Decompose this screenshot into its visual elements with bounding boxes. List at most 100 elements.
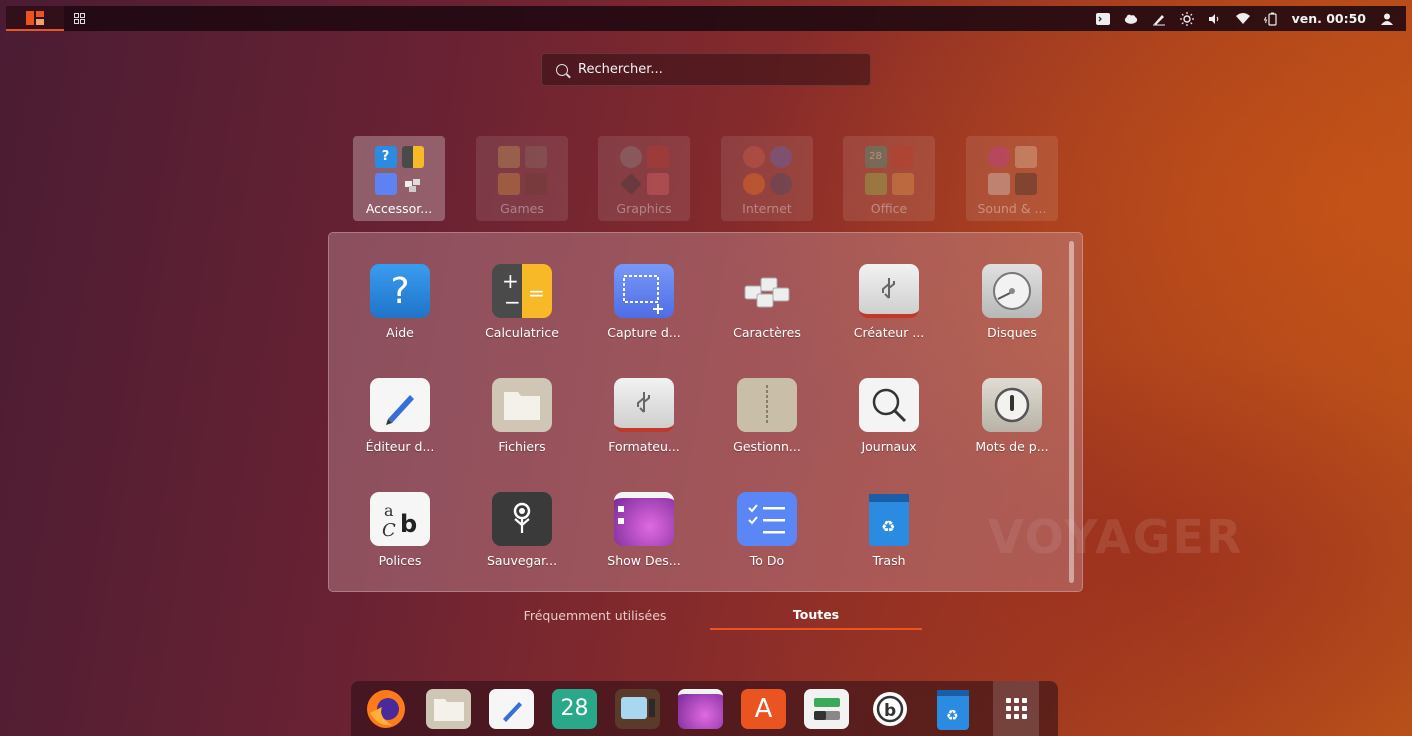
app-label: Gestionn... xyxy=(733,439,801,454)
app-label: Calculatrice xyxy=(485,325,559,340)
volume-icon[interactable] xyxy=(1208,12,1222,26)
app-mots-de-passe[interactable]: Mots de p... xyxy=(957,378,1067,454)
folder-label: Accessor... xyxy=(365,201,433,216)
app-label: Journaux xyxy=(861,439,917,454)
trash-icon: ♻ xyxy=(859,492,919,546)
folder-label: Graphics xyxy=(616,201,672,216)
app-aide[interactable]: ? Aide xyxy=(345,264,455,340)
svg-text:b: b xyxy=(884,701,896,721)
app-label: Aide xyxy=(386,325,414,340)
app-calculatrice[interactable]: + − = Calculatrice xyxy=(467,264,577,340)
show-apps-icon xyxy=(1005,698,1027,719)
app-formateur[interactable]: Formateu... xyxy=(589,378,699,454)
app-label: Fichiers xyxy=(498,439,546,454)
svg-text:=: = xyxy=(528,281,545,305)
scrollbar[interactable] xyxy=(1069,241,1074,583)
app-capture[interactable]: Capture d... xyxy=(589,264,699,340)
logs-icon xyxy=(859,378,919,432)
folder-graphics[interactable]: Graphics xyxy=(598,136,690,221)
brightness-icon[interactable] xyxy=(1179,11,1194,26)
tv-icon[interactable] xyxy=(615,688,660,729)
folder-internet[interactable]: Internet xyxy=(721,136,813,221)
folder-games[interactable]: Games xyxy=(476,136,568,221)
app-sauvegarde[interactable]: Sauvegar... xyxy=(467,492,577,568)
app-label: Mots de p... xyxy=(975,439,1049,454)
app-editeur[interactable]: Éditeur d... xyxy=(345,378,455,454)
folder-sound-video[interactable]: Sound & ... xyxy=(966,136,1058,221)
fonts-icon: aCb xyxy=(370,492,430,546)
app-show-desktop[interactable]: Show Des... xyxy=(589,492,699,568)
clock[interactable]: ven. 00:50 xyxy=(1292,11,1366,26)
app-label: Sauvegar... xyxy=(486,553,558,568)
screenshot-icon xyxy=(614,264,674,318)
show-desktop-icon xyxy=(614,492,674,546)
app-label: Formateu... xyxy=(608,439,680,454)
help-icon: ? xyxy=(370,264,430,318)
software-icon[interactable]: A xyxy=(741,688,786,729)
app-trash[interactable]: ♻ Trash xyxy=(834,492,944,568)
app-label: Disques xyxy=(987,325,1037,340)
folder-label: Sound & ... xyxy=(977,201,1047,216)
app-grid-button[interactable] xyxy=(64,6,94,31)
disks-icon xyxy=(982,264,1042,318)
activities-icon xyxy=(26,10,44,25)
usb-creator-icon xyxy=(859,264,919,318)
calendar-icon[interactable]: 28 xyxy=(552,688,597,729)
text-editor-icon[interactable] xyxy=(489,688,534,729)
app-label: Capture d... xyxy=(607,325,681,340)
trash-icon[interactable]: ♻ xyxy=(930,689,975,730)
activities-button[interactable] xyxy=(6,6,64,31)
app-grid-icon xyxy=(73,13,85,24)
folder-label: Games xyxy=(500,201,544,216)
app-label: Caractères xyxy=(733,325,801,340)
characters-icon xyxy=(737,264,797,318)
app-label: Show Des... xyxy=(607,553,681,568)
archive-manager-icon xyxy=(737,378,797,432)
calculator-icon: + − = xyxy=(492,264,552,318)
tab-frequent[interactable]: Fréquemment utilisées xyxy=(480,600,710,630)
backup-icon xyxy=(492,492,552,546)
app-gestionnaire[interactable]: Gestionn... xyxy=(712,378,822,454)
app-disques[interactable]: Disques xyxy=(957,264,1067,340)
search-placeholder: Rechercher... xyxy=(578,62,663,77)
budgie-icon[interactable]: b xyxy=(867,689,912,729)
show-apps-button[interactable] xyxy=(993,681,1039,736)
svg-text:C: C xyxy=(382,520,396,541)
app-label: Créateur ... xyxy=(853,325,925,340)
usb-formatter-icon xyxy=(614,378,674,432)
app-journaux[interactable]: Journaux xyxy=(834,378,944,454)
user-icon[interactable] xyxy=(1380,12,1394,26)
app-createur[interactable]: Créateur ... xyxy=(834,264,944,340)
folder-label: Office xyxy=(870,201,908,216)
search-input[interactable]: Rechercher... xyxy=(541,53,871,86)
passwords-icon xyxy=(982,378,1042,432)
tab-all[interactable]: Toutes xyxy=(710,600,922,630)
top-bar: ven. 00:50 xyxy=(6,6,1406,31)
app-fichiers[interactable]: Fichiers xyxy=(467,378,577,454)
wifi-icon[interactable] xyxy=(1235,12,1250,26)
todo-icon xyxy=(737,492,797,546)
files-icon xyxy=(492,378,552,432)
show-desktop-icon[interactable] xyxy=(678,688,723,729)
folder-accessories[interactable]: ? Accessor... xyxy=(353,136,445,221)
battery-icon[interactable] xyxy=(1263,12,1278,26)
folder-office[interactable]: 28 Office xyxy=(843,136,935,221)
app-label: To Do xyxy=(749,553,785,568)
firefox-icon[interactable] xyxy=(363,689,408,729)
terminal-icon[interactable] xyxy=(1095,12,1110,26)
svg-text:b: b xyxy=(400,510,417,538)
files-icon[interactable] xyxy=(426,688,471,729)
svg-text:a: a xyxy=(384,501,394,520)
dock: 28 A b ♻ xyxy=(351,681,1058,736)
app-label: Éditeur d... xyxy=(365,439,435,454)
app-label: Polices xyxy=(378,553,422,568)
cloud-icon[interactable] xyxy=(1124,12,1138,26)
app-to-do[interactable]: To Do xyxy=(712,492,822,568)
pen-icon[interactable] xyxy=(1152,12,1166,26)
tweaks-icon[interactable] xyxy=(804,688,849,729)
svg-text:♻: ♻ xyxy=(881,517,895,536)
folder-label: Internet xyxy=(742,201,792,216)
app-polices[interactable]: aCb Polices xyxy=(345,492,455,568)
svg-text:−: − xyxy=(504,290,521,314)
app-caracteres[interactable]: Caractères xyxy=(712,264,822,340)
